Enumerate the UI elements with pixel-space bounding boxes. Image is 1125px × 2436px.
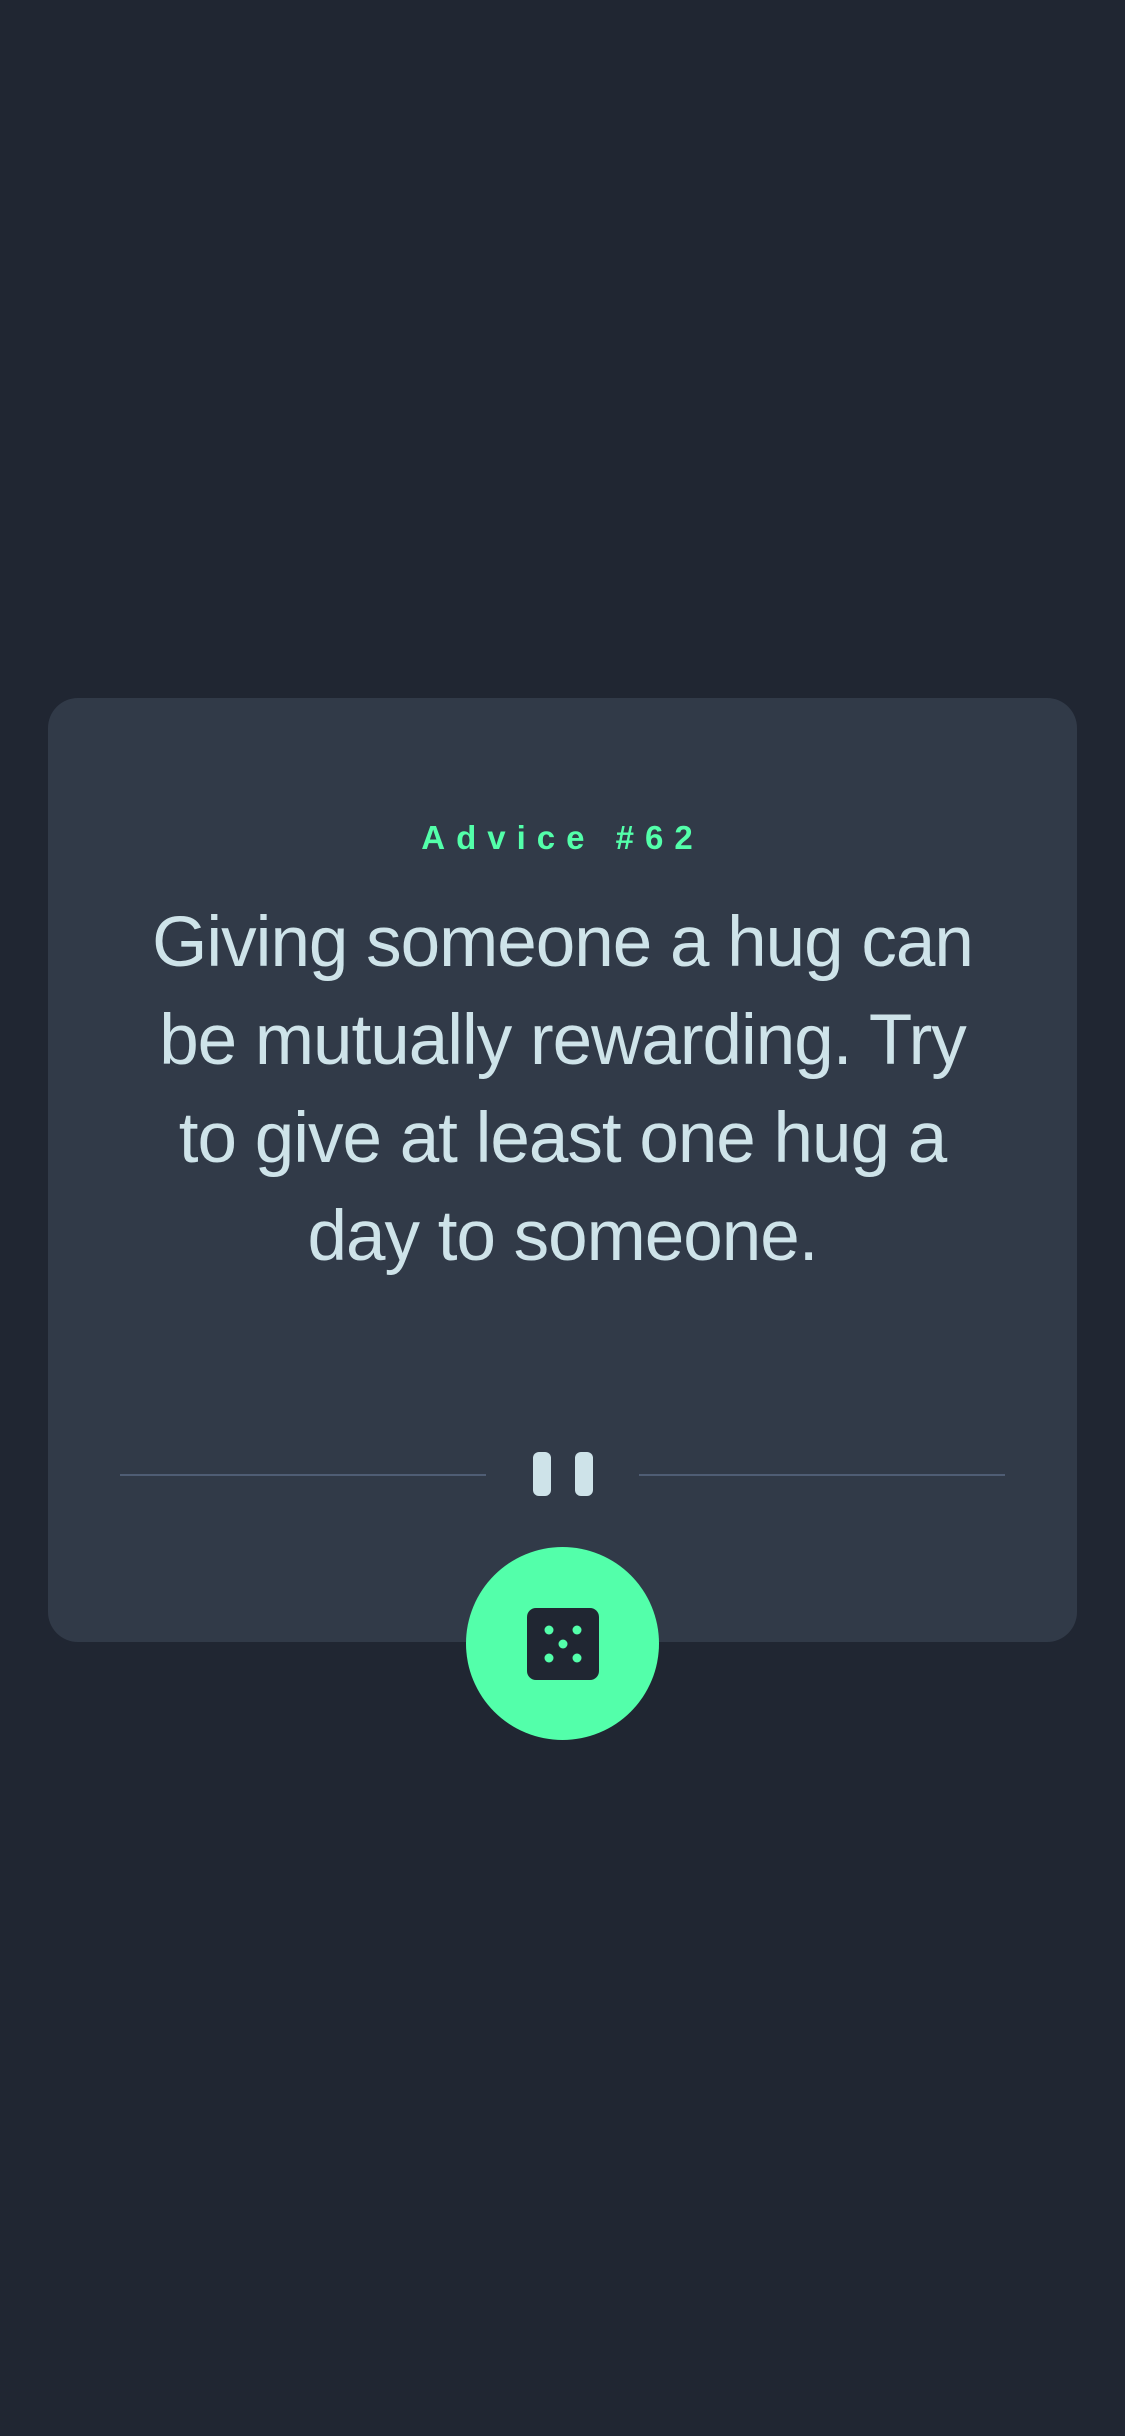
divider-line-right	[639, 1474, 1005, 1476]
advice-quote: Giving someone a hug can be mutually rew…	[152, 903, 974, 1276]
advice-card: Advice #62 Giving someone a hug can be m…	[48, 698, 1077, 1642]
pattern-divider	[120, 1452, 1005, 1496]
generate-advice-button[interactable]	[466, 1547, 659, 1740]
pause-icon	[532, 1452, 593, 1496]
dice-icon	[526, 1607, 599, 1680]
advice-number: Advice #62	[421, 819, 704, 856]
divider-line-left	[120, 1474, 486, 1476]
